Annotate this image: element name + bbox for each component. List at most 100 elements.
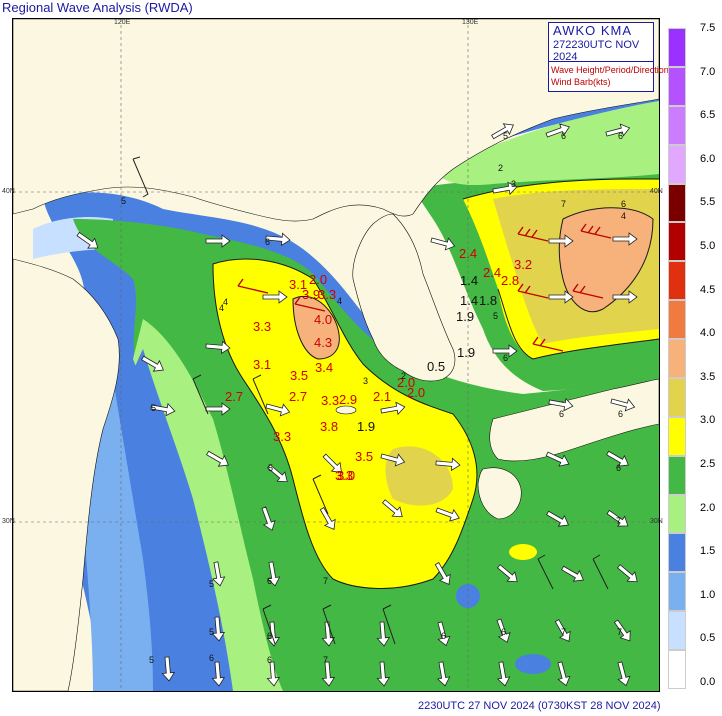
wave-height-label: 1.4 bbox=[460, 293, 478, 308]
legend-swatch bbox=[668, 533, 686, 573]
legend-swatch bbox=[668, 455, 686, 495]
period-label: 6 bbox=[618, 409, 623, 419]
wave-height-label: 1.8 bbox=[479, 293, 497, 308]
legend-label: 7.5 bbox=[700, 22, 716, 34]
wave-height-label: 3.4 bbox=[315, 360, 333, 375]
legend-label: 6.0 bbox=[700, 152, 716, 165]
legend-swatch bbox=[668, 650, 686, 689]
period-label: 6 bbox=[559, 409, 564, 419]
legend-label: 1.5 bbox=[700, 545, 716, 558]
sea-yellow-patch-se bbox=[509, 544, 537, 560]
grid-label-lat: 30N bbox=[2, 518, 15, 525]
grid-label-lon: 130E bbox=[462, 19, 479, 26]
legend-label: 5.5 bbox=[700, 196, 716, 209]
legend-label: 0.0 bbox=[700, 676, 716, 688]
wave-height-label: 3.1 bbox=[253, 357, 271, 372]
legend-swatch bbox=[668, 66, 686, 106]
wave-height-label: 1.4 bbox=[460, 273, 478, 288]
period-label: 6 bbox=[267, 576, 272, 586]
sea-blue-patch-s2 bbox=[515, 654, 551, 674]
wave-height-label: 2.0 bbox=[309, 272, 327, 287]
legend-swatch bbox=[668, 300, 686, 340]
wave-height-label: 3.3 bbox=[253, 319, 271, 334]
legend-swatch bbox=[668, 183, 686, 223]
wave-height-label: 2.7 bbox=[225, 389, 243, 404]
period-label: 6 bbox=[209, 653, 214, 663]
period-label: 5 bbox=[121, 196, 126, 206]
legend-label: 1.0 bbox=[700, 588, 716, 601]
wave-height-label: 2.0 bbox=[407, 385, 425, 400]
wave-height-label: 3.8 bbox=[320, 419, 338, 434]
contour-label: 5 bbox=[493, 311, 498, 321]
wave-height-label: 3.3 bbox=[321, 393, 339, 408]
legend-label: 4.5 bbox=[700, 283, 716, 296]
period-label: 2 bbox=[401, 371, 406, 381]
period-label: 6 bbox=[616, 463, 621, 473]
period-label: 6 bbox=[441, 631, 446, 641]
wind-legend-text: Wind Barb(kts) bbox=[551, 77, 611, 87]
legend-label: 0.5 bbox=[700, 632, 716, 645]
period-label: 5 bbox=[209, 579, 214, 589]
wave-height-label: 2.8 bbox=[501, 273, 519, 288]
legend-swatch bbox=[668, 261, 686, 301]
legend-label: 7.0 bbox=[700, 65, 716, 78]
period-label: 7 bbox=[323, 576, 328, 586]
wave-height-label: 4.3 bbox=[314, 335, 332, 350]
period-label: 5 bbox=[151, 403, 156, 413]
legend-swatch bbox=[668, 28, 686, 67]
info-box: AWKO KMA 272230UTC NOV 2024 Wave Height/… bbox=[548, 22, 669, 92]
period-label: 3 bbox=[363, 376, 368, 386]
period-label: 6 bbox=[621, 199, 626, 209]
valid-time: 2230UTC 27 NOV 2024 (0730KST 28 NOV 2024… bbox=[418, 700, 661, 712]
period-label: 7 bbox=[617, 627, 622, 637]
wave-height-label: 3.0 bbox=[337, 468, 355, 483]
wave-height-label: 0.5 bbox=[427, 359, 445, 374]
contour-label: 5 bbox=[503, 131, 508, 141]
legend-swatch bbox=[668, 494, 686, 534]
contour-label: 3 bbox=[511, 179, 516, 189]
legend-swatch bbox=[668, 377, 686, 417]
wave-height-label: 2.9 bbox=[339, 392, 357, 407]
grid-label-lat: 40N bbox=[2, 188, 15, 195]
wave-height-label: 2.7 bbox=[289, 389, 307, 404]
info-divider bbox=[549, 61, 653, 62]
legend-swatch bbox=[668, 416, 686, 456]
agency-label: AWKO KMA bbox=[553, 23, 633, 38]
wave-height-label: 3.5 bbox=[290, 368, 308, 383]
grid-label-lat: 40N bbox=[650, 188, 663, 195]
page-title: Regional Wave Analysis (RWDA) bbox=[2, 0, 193, 15]
legend-label: 2.5 bbox=[700, 458, 716, 470]
contour-label: 2 bbox=[498, 163, 503, 173]
wave-height-label: 4.0 bbox=[314, 312, 332, 327]
legend-swatch bbox=[668, 611, 686, 651]
wave-height-label: 3.5 bbox=[355, 449, 373, 464]
legend-label: 6.5 bbox=[700, 109, 716, 122]
period-label: 6 bbox=[501, 627, 506, 637]
legend-label: 4.0 bbox=[700, 327, 716, 340]
legend-label: 5.0 bbox=[700, 240, 716, 252]
wave-map-svg: 2.0 3.1 3.3 3.9 3.3 4.0 3.1 4.3 3.5 3.4 … bbox=[13, 19, 659, 691]
contour-label: 6 bbox=[618, 131, 623, 141]
legend-label: 3.0 bbox=[700, 414, 716, 427]
grid-label-lat: 30N bbox=[650, 518, 663, 525]
color-legend bbox=[668, 28, 686, 689]
wave-height-label: 3.2 bbox=[514, 257, 532, 272]
contour-label: 4 bbox=[621, 211, 626, 221]
grid-label-lon: 120E bbox=[114, 19, 131, 26]
period-label: 4 bbox=[223, 297, 228, 307]
wave-height-label: 2.4 bbox=[483, 265, 501, 280]
period-label: 7 bbox=[561, 199, 566, 209]
legend-swatch bbox=[668, 144, 686, 184]
analysis-time: 272230UTC NOV 2024 bbox=[553, 39, 640, 63]
period-label: 6 bbox=[267, 655, 272, 665]
wave-height-label: 2.1 bbox=[373, 389, 391, 404]
legend-label: 2.0 bbox=[700, 501, 716, 514]
wave-legend-text: Wave Height/Period/Direction bbox=[551, 65, 669, 75]
period-label: 5 bbox=[149, 655, 154, 665]
contour-label: 6 bbox=[561, 131, 566, 141]
wave-height-label: 1.9 bbox=[456, 309, 474, 324]
wave-height-label: 1.9 bbox=[357, 419, 375, 434]
wave-map: 2.0 3.1 3.3 3.9 3.3 4.0 3.1 4.3 3.5 3.4 … bbox=[12, 18, 660, 692]
period-label: 7 bbox=[616, 516, 621, 526]
legend-swatch bbox=[668, 339, 686, 378]
